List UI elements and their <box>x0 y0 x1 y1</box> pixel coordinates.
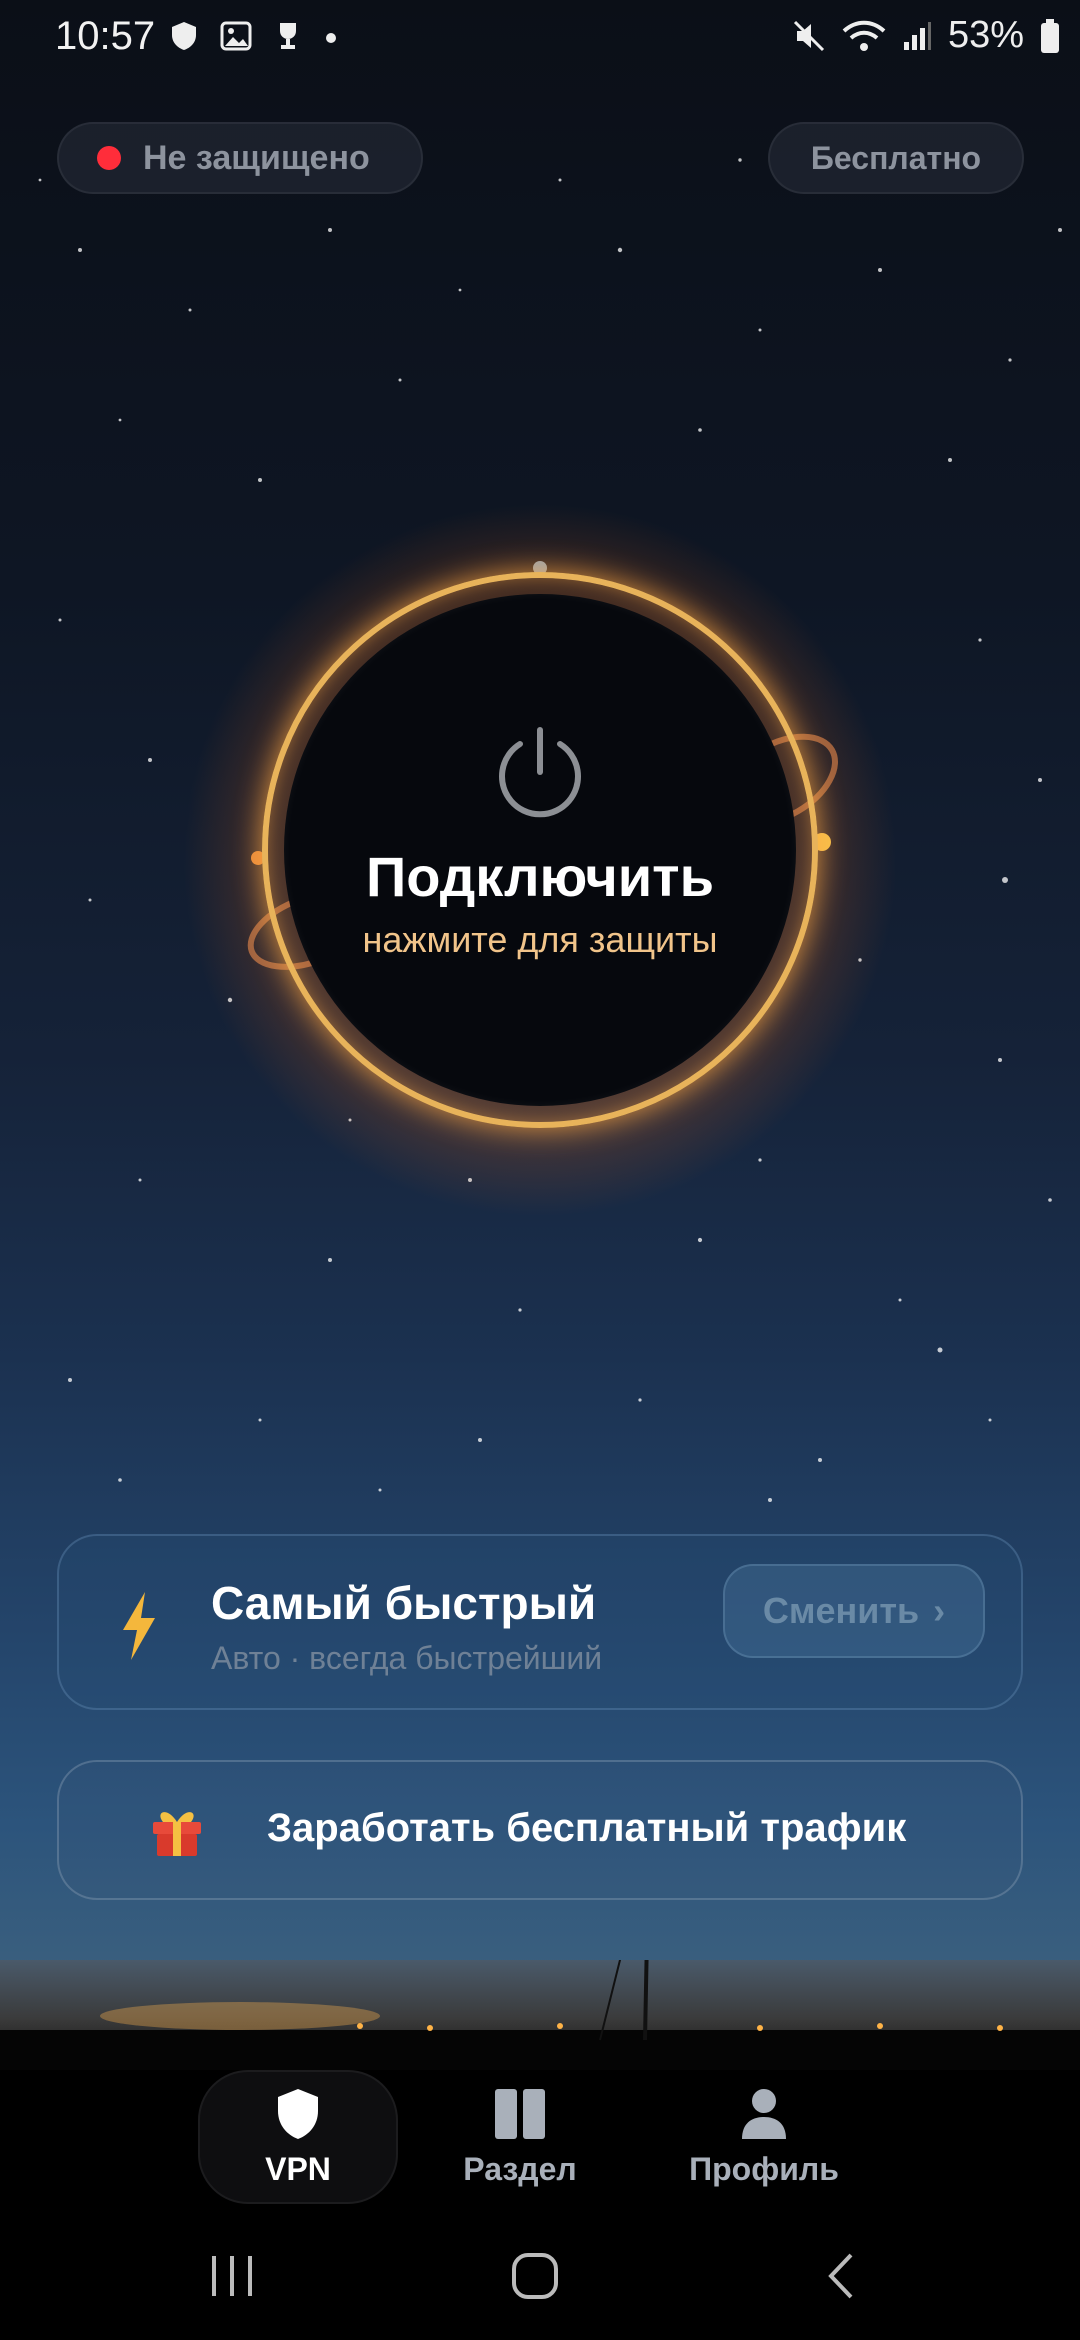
tab-profile-label: Профиль <box>689 2150 839 2187</box>
connect-button[interactable]: Подключить нажмите для защиты <box>284 594 796 1106</box>
tab-profile[interactable]: Профиль <box>674 2070 854 2204</box>
profile-icon <box>742 2088 786 2139</box>
earn-traffic-button[interactable]: Заработать бесплатный трафик <box>57 1760 1023 1900</box>
bottom-tab-bar: VPN Раздел Профиль <box>0 2070 1080 2210</box>
tab-vpn-label: VPN <box>265 2150 331 2187</box>
image-icon <box>220 21 252 51</box>
plan-badge[interactable]: Бесплатно <box>768 122 1024 194</box>
tab-split-label: Раздел <box>463 2150 577 2187</box>
status-dot-icon <box>97 146 121 170</box>
signal-icon <box>903 21 931 50</box>
recents-button[interactable] <box>192 2244 272 2308</box>
recents-icon <box>212 2256 252 2296</box>
wifi-icon <box>842 20 886 51</box>
back-button[interactable] <box>800 2244 880 2308</box>
connection-status-label: Не защищено <box>143 138 370 177</box>
change-server-button[interactable]: Сменить › <box>723 1564 985 1658</box>
change-server-label: Сменить <box>762 1590 920 1631</box>
server-subtitle: Авто · всегда быстрейший <box>211 1640 603 1676</box>
battery-icon <box>1041 18 1059 53</box>
tab-vpn[interactable]: VPN <box>198 2070 398 2204</box>
split-icon <box>495 2088 545 2139</box>
server-card[interactable]: Самый быстрый Авто · всегда быстрейший С… <box>57 1534 1023 1710</box>
dot-icon <box>326 33 336 43</box>
power-icon <box>499 726 581 817</box>
server-title: Самый быстрый <box>211 1577 597 1629</box>
plan-label: Бесплатно <box>810 139 982 176</box>
connect-title: Подключить <box>365 844 715 908</box>
gift-icon <box>153 1812 201 1856</box>
status-bar: 10:57 53% <box>0 0 1080 80</box>
connection-status-badge: Не защищено <box>57 122 423 194</box>
shield-icon <box>278 2088 318 2139</box>
chevron-right-icon: › <box>933 1590 946 1631</box>
shield-icon <box>172 22 196 50</box>
back-icon <box>828 2253 853 2299</box>
lightning-icon <box>123 1592 155 1660</box>
earn-traffic-label: Заработать бесплатный трафик <box>267 1806 907 1850</box>
system-nav-bar <box>0 2210 1080 2340</box>
battery-percent: 53% <box>947 14 1024 56</box>
mute-icon <box>793 20 824 51</box>
trophy-icon <box>280 23 296 49</box>
status-time: 10:57 <box>55 14 156 58</box>
home-button[interactable] <box>495 2244 575 2308</box>
connect-subtitle: нажмите для защиты <box>362 918 718 960</box>
home-icon <box>512 2253 558 2299</box>
horizon-silhouette <box>0 1960 1080 2080</box>
tab-split[interactable]: Раздел <box>440 2070 600 2204</box>
